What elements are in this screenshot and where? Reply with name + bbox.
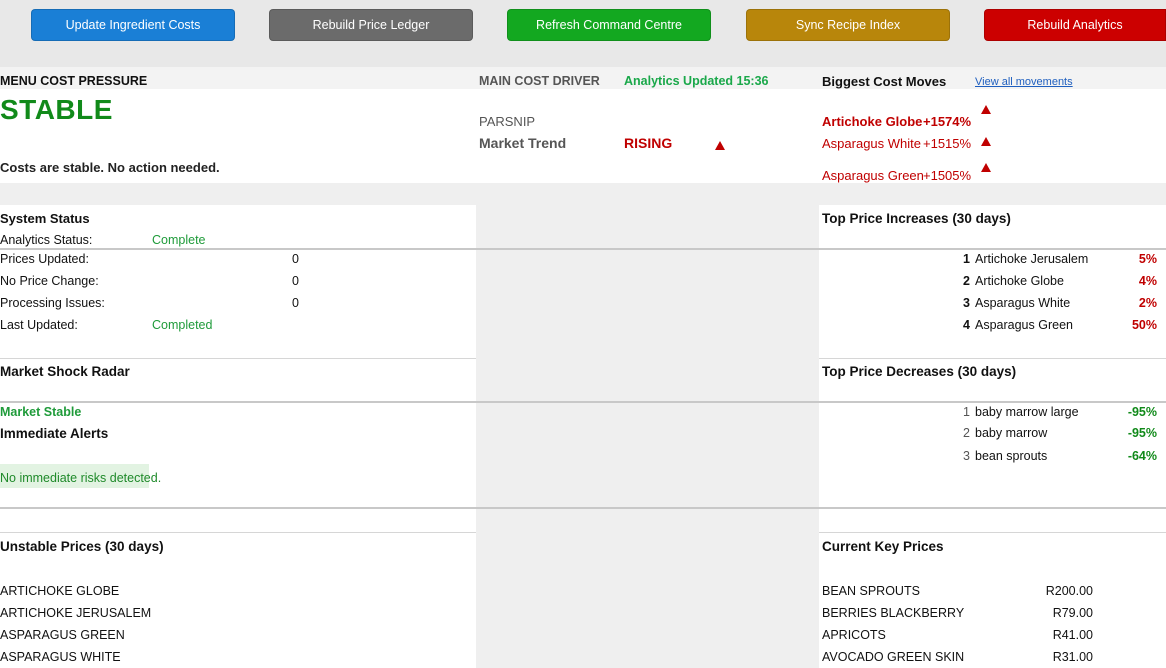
update-ingredient-costs-button[interactable]: Update Ingredient Costs: [31, 9, 235, 41]
pressure-message: Costs are stable. No action needed.: [0, 160, 220, 175]
divider: [0, 532, 476, 533]
decrease-pct: -95%: [1127, 405, 1157, 419]
analytics-status-value: Complete: [152, 233, 206, 247]
decrease-rank: 3: [963, 449, 970, 463]
view-all-movements-link[interactable]: View all movements: [975, 76, 1073, 88]
increase-rank: 4: [963, 318, 970, 332]
system-row-value: 0: [292, 274, 299, 288]
divider: [0, 358, 476, 359]
cost-move-item-name: Asparagus White: [822, 136, 921, 151]
increase-pct: 50%: [1131, 318, 1157, 332]
decrease-pct: -95%: [1127, 426, 1157, 440]
system-row-value: 0: [292, 296, 299, 310]
decrease-name: bean sprouts: [975, 449, 1048, 463]
analytics-status-label: Analytics Status:: [0, 233, 93, 247]
unstable-item: ARTICHOKE GLOBE: [0, 584, 120, 598]
market-trend-label: Market Trend: [479, 135, 567, 151]
decrease-pct: -64%: [1127, 449, 1157, 463]
sync-recipe-index-button[interactable]: Sync Recipe Index: [746, 9, 950, 41]
key-price-value: R41.00: [1052, 628, 1093, 642]
divider: [819, 532, 1166, 533]
increase-rank: 2: [963, 274, 970, 288]
immediate-alerts-heading: Immediate Alerts: [0, 426, 109, 441]
unstable-prices-heading: Unstable Prices (30 days): [0, 539, 164, 554]
decrease-name: baby marrow large: [975, 405, 1079, 419]
divider: [819, 358, 1166, 359]
unstable-item: ARTICHOKE JERUSALEM: [0, 606, 152, 620]
decrease-name: baby marrow: [975, 426, 1048, 440]
unstable-item: ASPARAGUS GREEN: [0, 628, 125, 642]
key-price-value: R79.00: [1052, 606, 1093, 620]
increase-name: Asparagus Green: [975, 318, 1073, 332]
refresh-command-centre-button[interactable]: Refresh Command Centre: [507, 9, 711, 41]
system-row-value: 0: [292, 252, 299, 266]
rebuild-price-ledger-button[interactable]: Rebuild Price Ledger: [269, 9, 473, 41]
divider: [0, 248, 1166, 250]
biggest-cost-moves-heading: Biggest Cost Moves: [822, 74, 947, 89]
increase-rank: 3: [963, 296, 970, 310]
alerts-message: No immediate risks detected.: [0, 471, 162, 485]
top-price-increases-heading: Top Price Increases (30 days): [822, 211, 1011, 226]
decrease-rank: 1: [963, 405, 970, 419]
key-price-name: AVOCADO GREEN SKIN: [822, 650, 965, 664]
last-updated-value: Completed: [152, 318, 213, 332]
trend-up-icon: [715, 141, 725, 150]
last-updated-label: Last Updated:: [0, 318, 78, 332]
up-arrow-icon: [981, 137, 991, 146]
increase-pct: 5%: [1138, 252, 1157, 266]
increase-name: Artichoke Jerusalem: [975, 252, 1089, 266]
decrease-rank: 2: [963, 426, 970, 440]
system-row-label: No Price Change:: [0, 274, 99, 288]
market-stable-status: Market Stable: [0, 405, 82, 419]
up-arrow-icon: [981, 105, 991, 114]
cost-move-item-pct: +1515%: [923, 136, 972, 151]
cost-move-item-name: Artichoke Globe: [822, 114, 923, 129]
market-shock-radar-heading: Market Shock Radar: [0, 364, 130, 379]
current-key-prices-heading: Current Key Prices: [822, 539, 944, 554]
market-trend-value: RISING: [624, 135, 673, 151]
increase-rank: 1: [963, 252, 970, 266]
cost-move-item-name: Asparagus Green: [822, 168, 924, 183]
increase-pct: 4%: [1138, 274, 1157, 288]
increase-pct: 2%: [1138, 296, 1157, 310]
key-price-value: R31.00: [1052, 650, 1093, 664]
unstable-item: ASPARAGUS WHITE: [0, 650, 121, 664]
increase-name: Artichoke Globe: [975, 274, 1064, 288]
cost-move-item-pct: +1505%: [923, 168, 972, 183]
divider: [0, 401, 1166, 403]
analytics-updated-label: Analytics Updated 15:36: [624, 74, 769, 88]
increase-name: Asparagus White: [975, 296, 1071, 310]
rebuild-analytics-button[interactable]: Rebuild Analytics: [984, 9, 1166, 41]
up-arrow-icon: [981, 163, 991, 172]
key-price-name: BERRIES BLACKBERRY: [822, 606, 965, 620]
section-spacer: [0, 183, 1166, 205]
cost-driver-ingredient: PARSNIP: [479, 114, 536, 129]
key-price-name: APRICOTS: [822, 628, 886, 642]
system-row-label: Prices Updated:: [0, 252, 89, 266]
middle-column-background: [476, 205, 819, 668]
system-row-label: Processing Issues:: [0, 296, 105, 310]
key-price-value: R200.00: [1045, 584, 1093, 598]
top-price-decreases-heading: Top Price Decreases (30 days): [822, 364, 1017, 379]
system-status-heading: System Status: [0, 211, 90, 226]
menu-cost-pressure-heading: MENU COST PRESSURE: [0, 74, 148, 88]
key-price-name: BEAN SPROUTS: [822, 584, 920, 598]
pressure-status: STABLE: [0, 94, 113, 125]
toolbar: Update Ingredient Costs Rebuild Price Le…: [0, 0, 1166, 68]
divider: [0, 507, 1166, 509]
main-cost-driver-heading: MAIN COST DRIVER: [479, 74, 600, 88]
cost-move-item-pct: +1574%: [923, 114, 972, 129]
